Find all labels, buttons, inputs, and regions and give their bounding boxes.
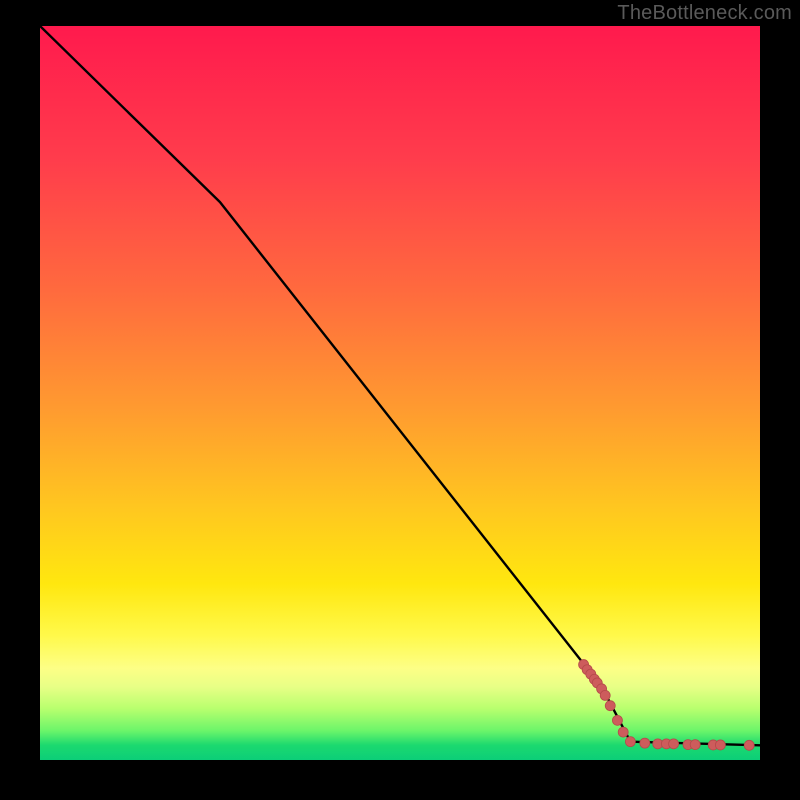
- data-point-marker: [612, 715, 622, 725]
- plot-area: [40, 26, 760, 760]
- marker-group: [579, 660, 755, 751]
- data-point-marker: [600, 690, 610, 700]
- chart-stage: TheBottleneck.com: [0, 0, 800, 800]
- data-point-marker: [618, 727, 628, 737]
- data-point-marker: [690, 740, 700, 750]
- chart-overlay-svg: [40, 26, 760, 760]
- data-point-marker: [605, 701, 615, 711]
- data-point-marker: [625, 737, 635, 747]
- data-point-marker: [640, 738, 650, 748]
- data-point-marker: [715, 740, 725, 750]
- data-point-marker: [744, 740, 754, 750]
- watermark-text: TheBottleneck.com: [617, 2, 792, 25]
- main-curve: [40, 26, 760, 745]
- data-point-marker: [669, 739, 679, 749]
